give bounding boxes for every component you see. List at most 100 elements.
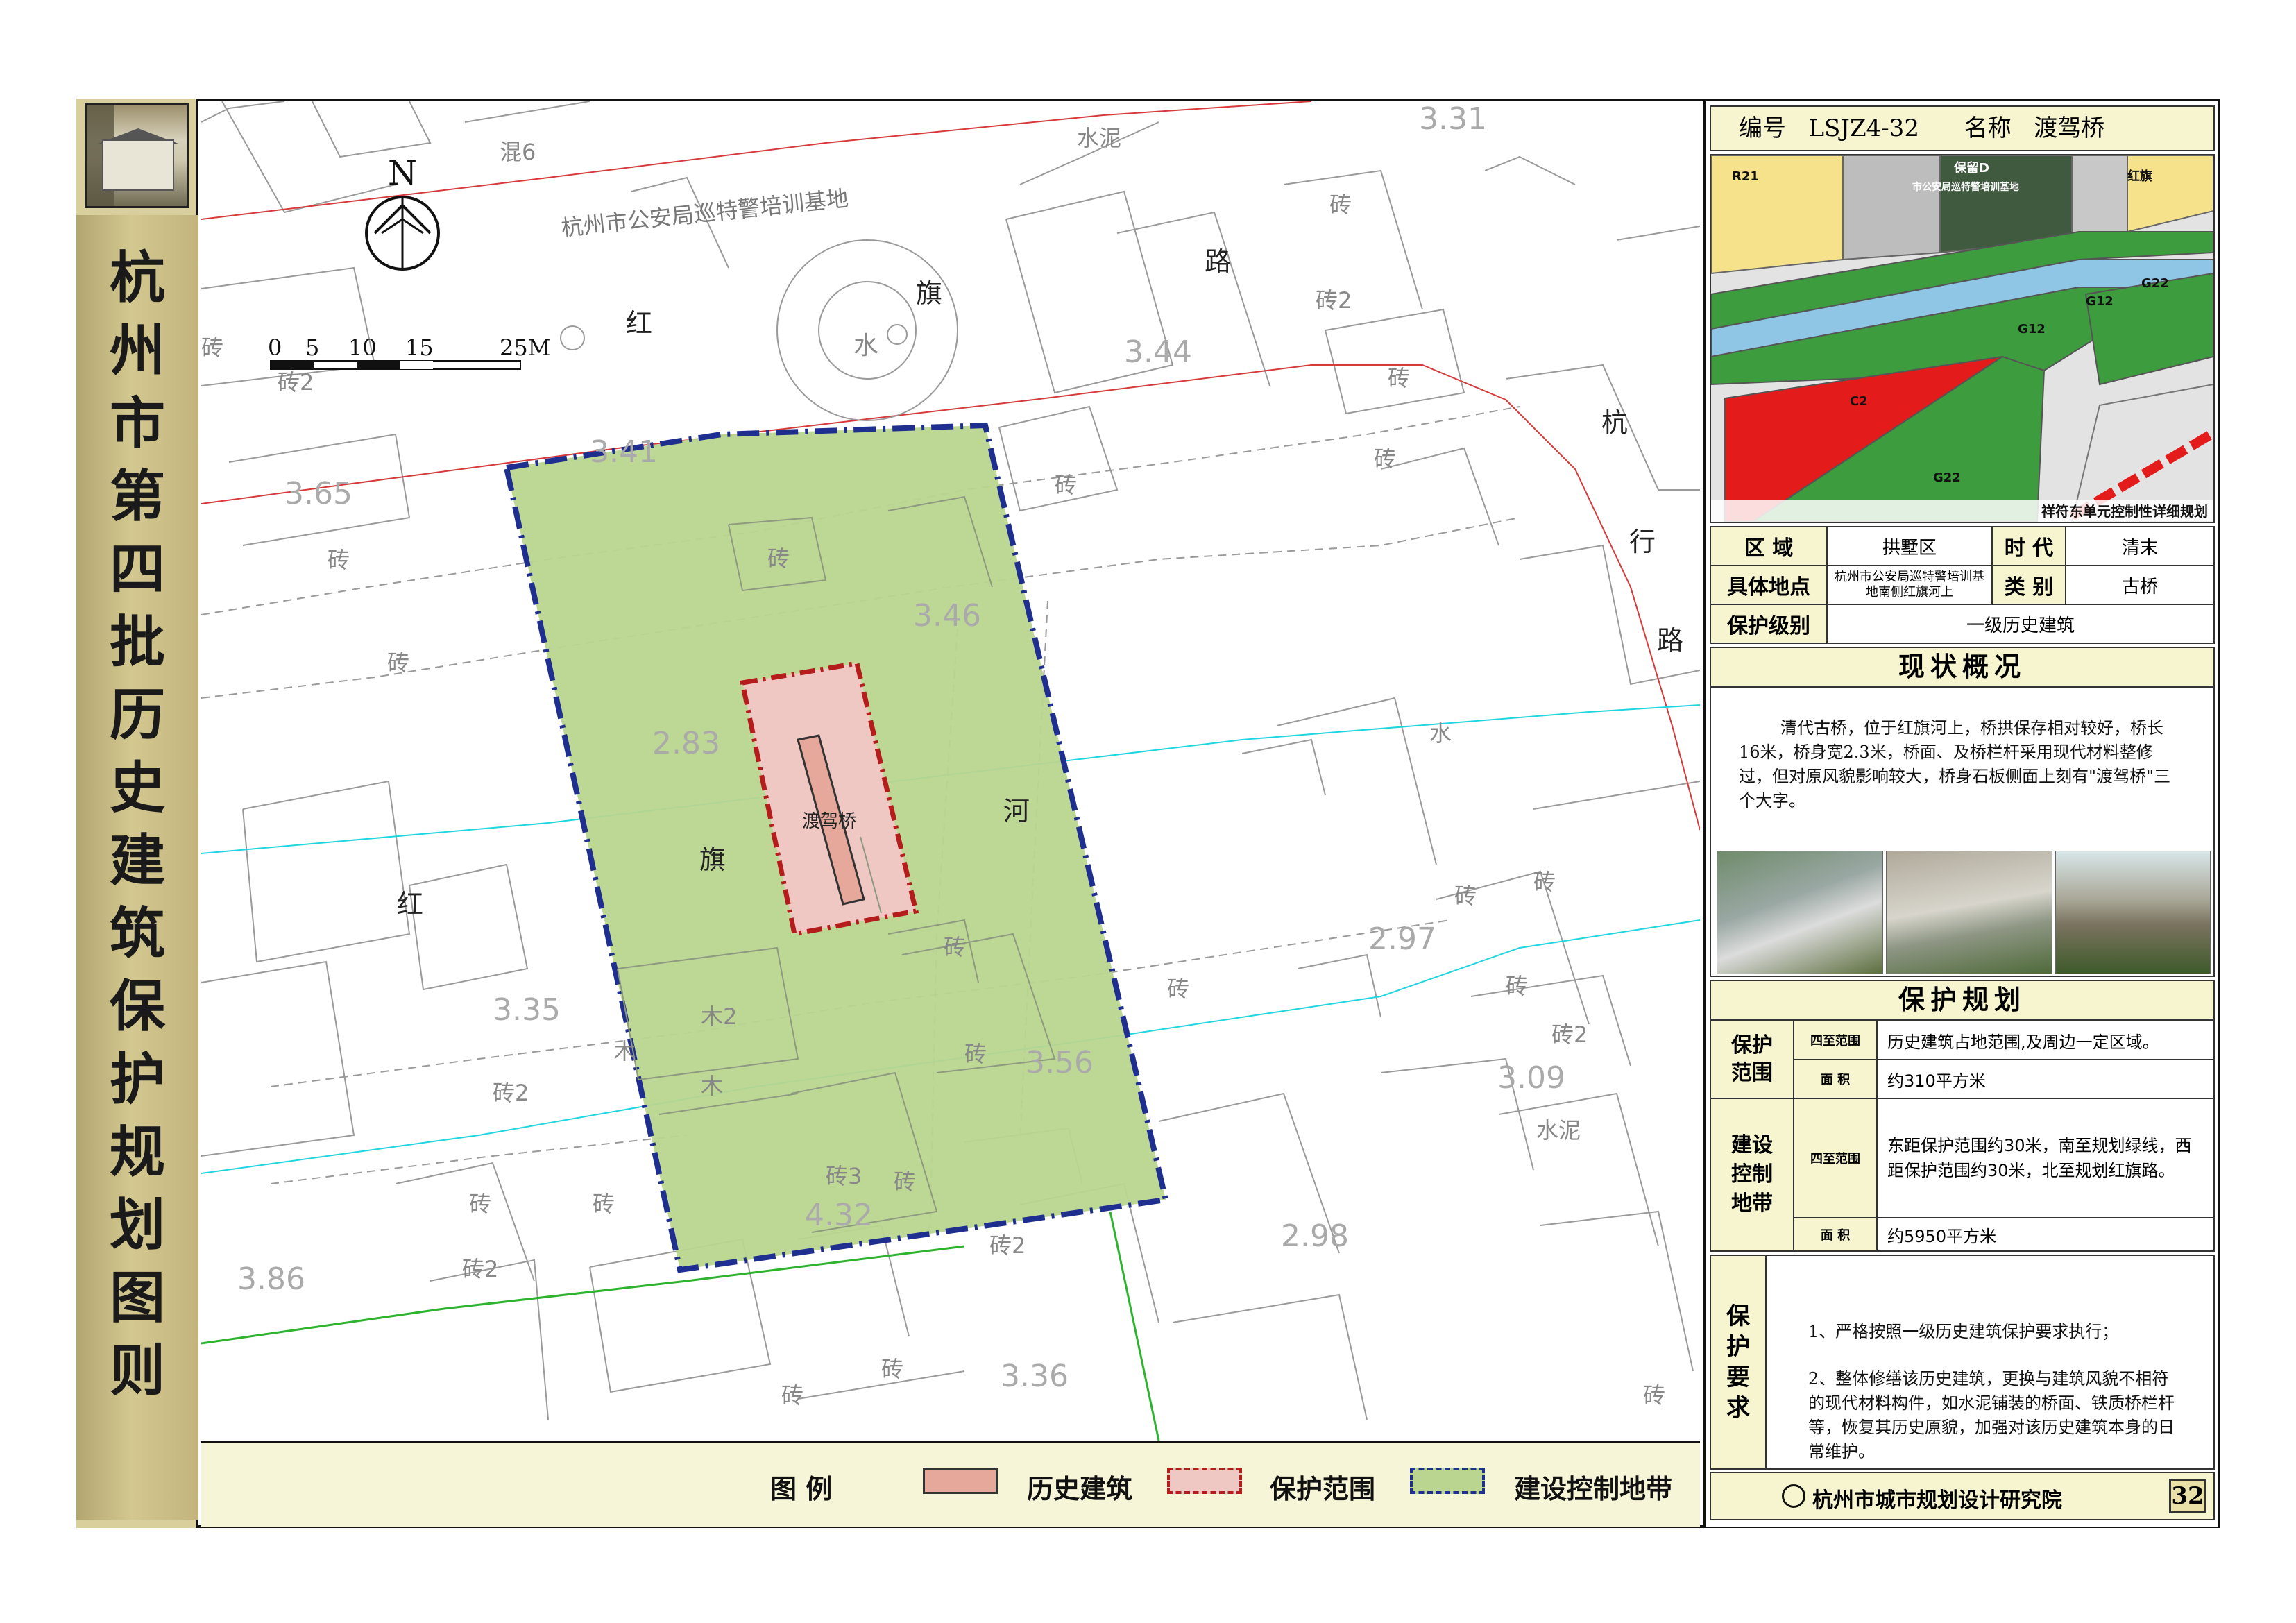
plan-label: 市公安局巡特警培训基地 (1912, 181, 2019, 193)
building-photo-thumbnail (85, 103, 189, 208)
scale-label: 0 (268, 334, 282, 361)
material-label: 砖 (1055, 472, 1077, 498)
protect-bounds-label: 四至范围 (1794, 1021, 1878, 1060)
material-label: 砖2 (1316, 287, 1352, 314)
protect-label: 保护范围 (1711, 1021, 1794, 1099)
title-char: 批 (110, 609, 165, 674)
material-label: 砖 (328, 547, 350, 573)
bridge-label: 渡驾桥 (802, 811, 856, 832)
name-label: 名称 (1964, 114, 2012, 142)
title-char: 筑 (110, 901, 165, 966)
north-label: N (388, 154, 417, 193)
legend-label: 历史建筑 (1027, 1474, 1133, 1504)
site-photo-1 (1717, 851, 1883, 974)
material-label: 砖2 (493, 1080, 529, 1106)
requirement-item: 1、严格按照一级历史建筑保护要求执行； (1808, 1322, 2119, 1341)
site-photo-2 (1886, 851, 2052, 974)
control-label: 建设控制地带 (1711, 1099, 1794, 1250)
scale-label: 5 (305, 334, 319, 361)
material-label: 砖 (201, 334, 223, 361)
title-char: 规 (110, 1119, 165, 1184)
legend-swatch-historic-building (923, 1468, 998, 1494)
requirement-item: 2、整体修缮该历史建筑，更换与建筑风貌不相符的现代材料构件，如水泥铺装的桥面、铁… (1808, 1369, 2175, 1461)
protect-area-label: 面 积 (1794, 1060, 1878, 1099)
elevation-label: 3.41 (590, 434, 658, 470)
road-label: 红 (626, 308, 652, 339)
material-label: 砖 (767, 545, 790, 572)
material-label: 水泥 (1536, 1117, 1581, 1144)
region-value: 拱墅区 (1828, 527, 1993, 566)
regulatory-plan-map[interactable]: R21 保留D 市公安局巡特警培训基地 G22 G12 G12 C2 G22 红… (1710, 154, 2215, 523)
material-label: 砖2 (278, 369, 314, 396)
elevation-label: 3.65 (284, 476, 352, 511)
material-label: 砖 (469, 1191, 491, 1217)
name-value: 渡驾桥 (2034, 114, 2105, 142)
title-char: 第 (110, 464, 165, 529)
control-area-label: 面 积 (1794, 1218, 1878, 1250)
elevation-label: 3.44 (1124, 334, 1192, 370)
circular-plaza (776, 239, 958, 421)
plan-label: R21 (1732, 169, 1759, 184)
material-label: 砖2 (1551, 1021, 1588, 1048)
location-label: 具体地点 (1711, 566, 1828, 605)
elevation-label: 3.56 (1026, 1045, 1094, 1080)
material-label: 砖 (1454, 883, 1477, 909)
plan-caption: 祥符东单元控制性详细规划 (2041, 503, 2208, 520)
elevation-label: 2.97 (1368, 921, 1436, 957)
control-area-value: 约5950平方米 (1878, 1218, 2213, 1250)
legend-swatch-protection-range (1167, 1468, 1242, 1494)
title-char: 四 (110, 536, 165, 602)
title-char: 史 (110, 755, 165, 820)
title-char: 杭 (110, 245, 165, 310)
title-char: 图 (110, 1265, 165, 1330)
legend-title: 图 例 (770, 1474, 833, 1504)
level-value: 一级历史建筑 (1828, 605, 2213, 643)
number-value: LSJZ4-32 (1808, 114, 1919, 142)
map-legend: 图 例 历史建筑 保护范围 建设控制地带 (201, 1441, 1700, 1527)
control-bounds-value: 东距保护范围约30米，南至规划绿线，西距保护范围约30米，北至规划红旗路。 (1878, 1099, 2213, 1218)
info-table: 区 域 拱墅区 时 代 清末 具体地点 杭州市公安局巡特警培训基地南侧红旗河上 … (1710, 526, 2215, 644)
elevation-label: 3.09 (1497, 1060, 1565, 1096)
material-label: 砖 (1643, 1382, 1665, 1409)
material-label: 砖 (944, 934, 966, 960)
material-label: 木2 (701, 1003, 737, 1030)
location-value: 杭州市公安局巡特警培训基地南侧红旗河上 (1828, 566, 1993, 605)
material-label: 水泥 (1077, 125, 1121, 151)
river-label: 河 (1003, 796, 1030, 826)
material-label: 砖 (1167, 976, 1189, 1002)
site-map[interactable]: 水 渡驾桥 N 0 5 10 15 25M 杭州市公安局巡特警培训基地 红 旗 … (201, 101, 1700, 1441)
title-char: 市 (110, 391, 165, 456)
material-label: 混6 (500, 139, 536, 165)
elevation-label: 4.32 (805, 1198, 873, 1233)
plan-label: C2 (1850, 394, 1868, 409)
road-label: 路 (1657, 625, 1683, 656)
material-label: 砖2 (462, 1256, 498, 1282)
river-label: 旗 (699, 844, 726, 875)
type-value: 古桥 (2066, 566, 2213, 605)
title-char: 建 (110, 828, 165, 893)
north-arrow: N (365, 154, 440, 271)
material-label: 砖 (1374, 445, 1396, 472)
road-label: 旗 (916, 278, 942, 309)
plan-label: G12 (2018, 322, 2046, 337)
material-label: 砖 (1329, 192, 1352, 218)
material-label: 砖 (964, 1041, 987, 1067)
title-char: 则 (110, 1338, 165, 1403)
title-char: 划 (110, 1192, 165, 1257)
elevation-label: 3.36 (1001, 1359, 1069, 1394)
material-label: 砖 (1388, 365, 1410, 391)
title-char: 历 (110, 682, 165, 747)
material-label: 砖 (781, 1382, 803, 1409)
status-box: 清代古桥，位于红旗河上，桥拱保存相对较好，桥长16米，桥身宽2.3米，桥面、及桥… (1710, 687, 2215, 977)
requirements-box: 保护要求 1、严格按照一级历史建筑保护要求执行； 2、整体修缮该历史建筑，更换与… (1710, 1255, 2215, 1470)
circle-label: 水 (853, 332, 878, 360)
title-char: 保 (110, 974, 165, 1039)
material-label: 砖 (593, 1191, 615, 1217)
vertical-title: 杭 州 市 第 四 批 历 史 建 筑 保 护 规 划 图 则 (76, 215, 198, 1520)
material-label: 木 (613, 1038, 636, 1064)
plan-table: 保护范围 四至范围 历史建筑占地范围,及周边一定区域。 面 积 约310平方米 … (1710, 1020, 2215, 1252)
elevation-label: 3.46 (913, 598, 981, 634)
elevation-label: 3.86 (237, 1261, 305, 1297)
road-label: 路 (1205, 246, 1231, 277)
panel-footer: 杭州市城市规划设计研究院 32 (1710, 1472, 2215, 1520)
